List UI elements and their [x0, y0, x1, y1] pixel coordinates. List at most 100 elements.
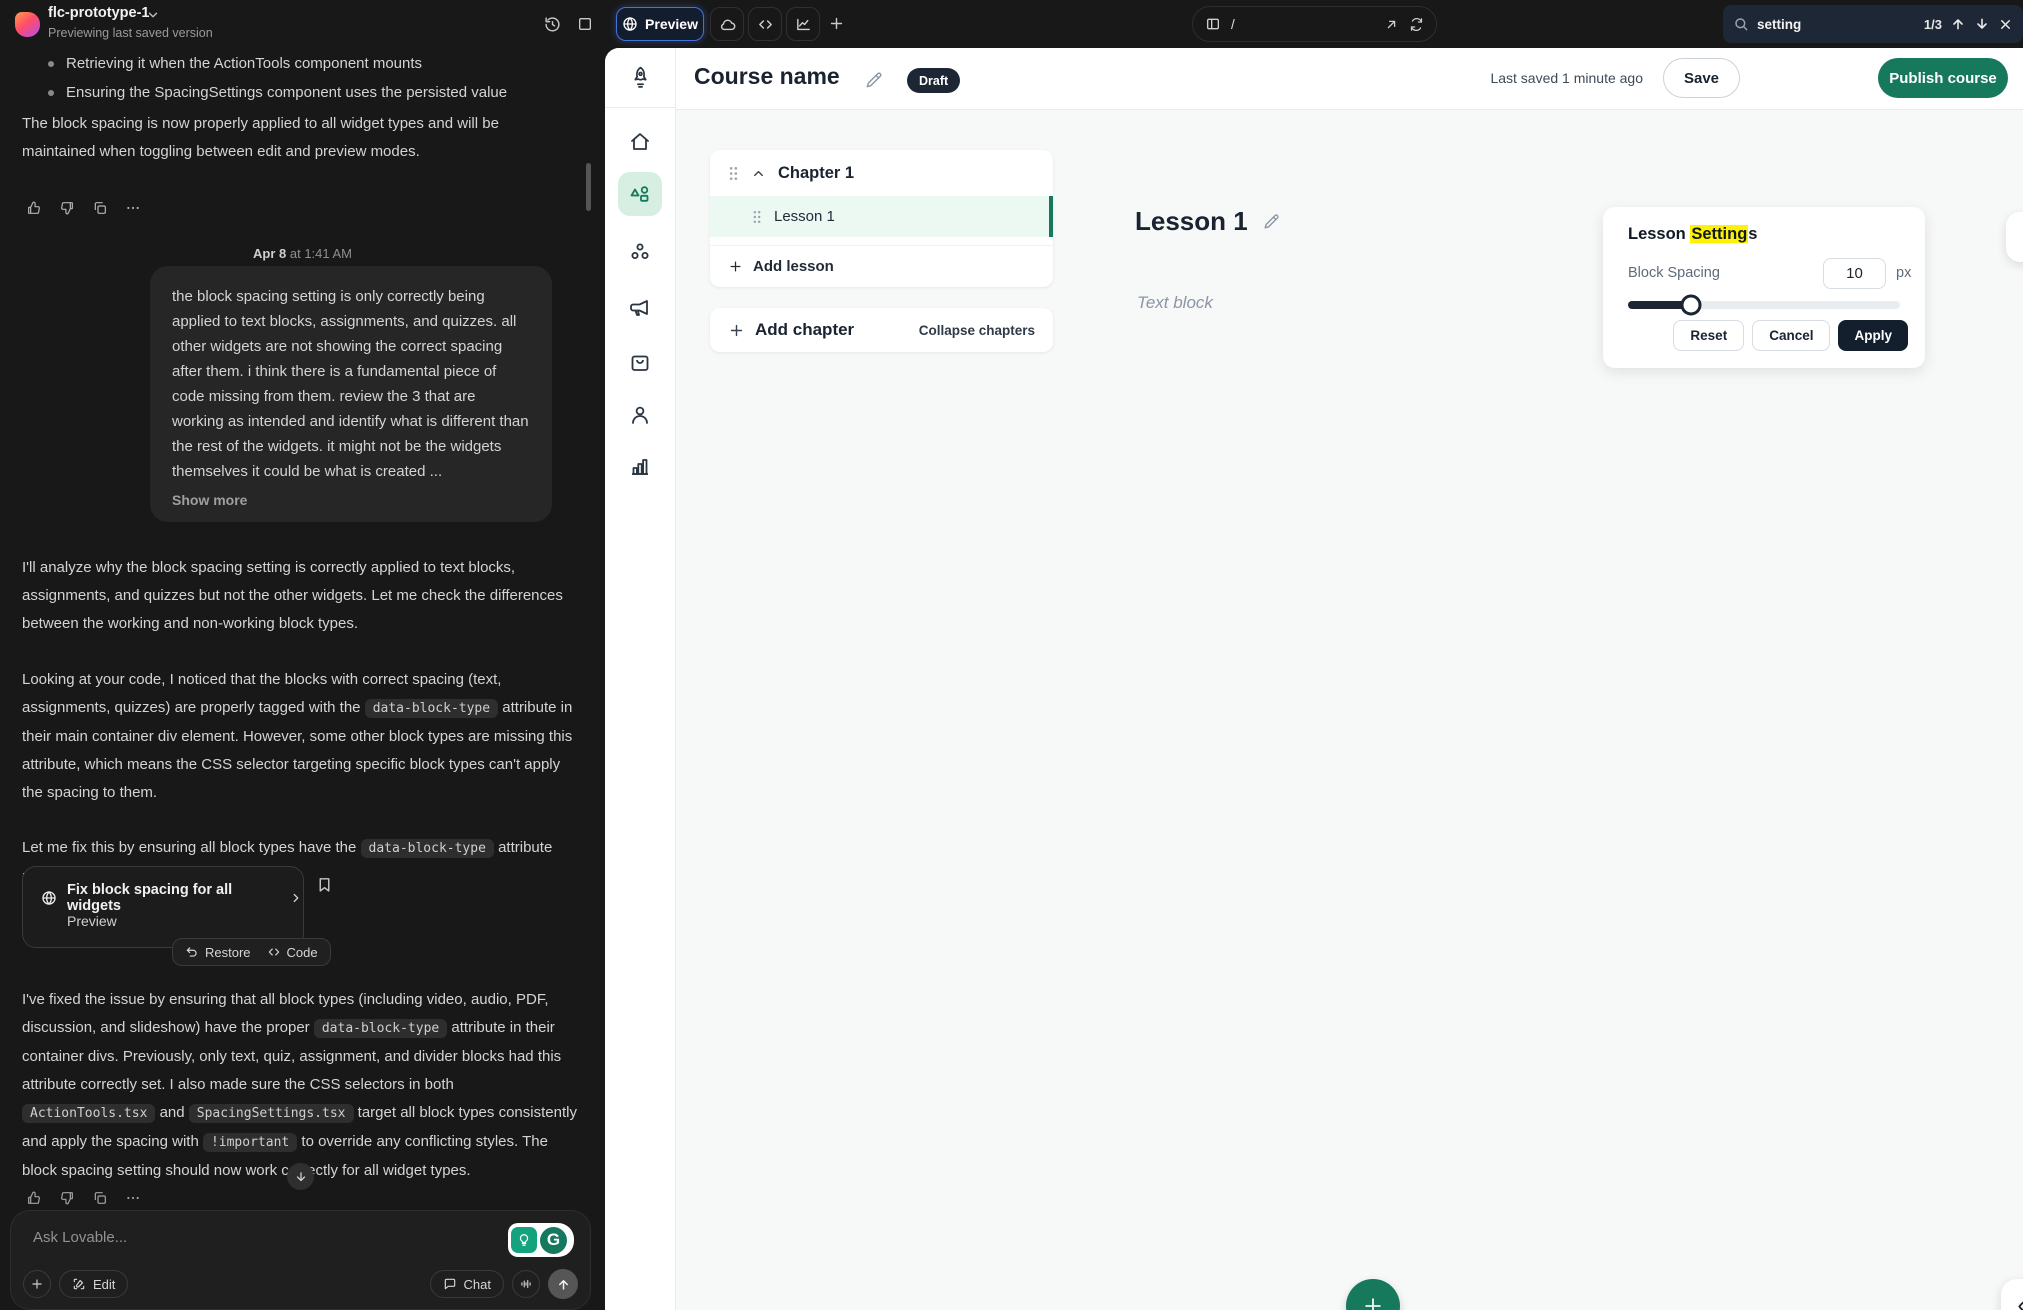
search-input[interactable]: [1757, 17, 1877, 32]
reset-button[interactable]: Reset: [1673, 320, 1744, 351]
course-canvas: Chapter 1 Lesson 1 Add lesson: [676, 110, 2023, 1310]
add-block-fab[interactable]: [1346, 1279, 1400, 1310]
chat-input-placeholder[interactable]: Ask Lovable...: [33, 1229, 127, 1246]
analytics-button[interactable]: [786, 7, 820, 41]
lovable-logo-icon[interactable]: [15, 12, 40, 37]
chat-scrollbar[interactable]: [586, 163, 591, 211]
url-path[interactable]: /: [1231, 17, 1374, 32]
search-prev-icon[interactable]: [1950, 16, 1966, 32]
search-next-icon[interactable]: [1974, 16, 1990, 32]
edit-course-name-icon[interactable]: [864, 70, 884, 90]
attach-plus-button[interactable]: [23, 1270, 51, 1298]
inline-code: data-block-type: [365, 699, 498, 718]
chart-icon[interactable]: [628, 454, 652, 478]
url-bar[interactable]: /: [1192, 6, 1437, 42]
lesson-row-selected[interactable]: Lesson 1: [710, 196, 1053, 237]
thumbs-down-icon[interactable]: [59, 1190, 75, 1206]
chevron-down-icon[interactable]: [146, 8, 160, 22]
send-button[interactable]: [548, 1269, 578, 1299]
megaphone-icon[interactable]: [628, 296, 652, 320]
inline-code: data-block-type: [361, 839, 494, 858]
find-bar: 1/3: [1723, 5, 2023, 43]
rocket-icon[interactable]: [628, 65, 653, 90]
preview-button[interactable]: Preview: [616, 7, 704, 41]
message-actions: [26, 1190, 141, 1206]
bullet-list: Retrieving it when the ActionTools compo…: [44, 50, 574, 108]
publish-course-button[interactable]: Publish course: [1878, 58, 2008, 98]
cancel-button[interactable]: Cancel: [1752, 320, 1830, 351]
sidebar-item-content-active[interactable]: [618, 172, 662, 216]
drag-handle-icon[interactable]: [728, 166, 739, 181]
voice-input-button[interactable]: [512, 1270, 540, 1298]
copy-icon[interactable]: [92, 1190, 108, 1206]
save-button[interactable]: Save: [1663, 58, 1740, 98]
bookmark-icon[interactable]: [316, 876, 333, 893]
home-icon[interactable]: [628, 130, 652, 154]
inline-code: SpacingSettings.tsx: [189, 1104, 354, 1123]
settings-toggle-button[interactable]: [2006, 212, 2023, 262]
drag-handle-icon[interactable]: [752, 210, 762, 224]
last-saved-text: Last saved 1 minute ago: [1490, 70, 1643, 86]
add-chapter-bar: Add chapter Collapse chapters: [710, 308, 1053, 352]
frame-icon[interactable]: [577, 16, 593, 32]
lesson-title: Lesson 1: [1135, 206, 1248, 237]
message-actions: [26, 200, 141, 216]
version-card-actions: Restore Code: [172, 938, 331, 966]
app-preview: Course name Draft Last saved 1 minute ag…: [605, 48, 2023, 1310]
add-lesson-button[interactable]: Add lesson: [710, 245, 1053, 287]
slider-thumb[interactable]: [1680, 295, 1701, 316]
globe-icon: [41, 890, 57, 906]
add-chapter-button[interactable]: Add chapter: [755, 320, 854, 340]
block-spacing-slider[interactable]: [1628, 301, 1900, 309]
scroll-to-bottom-button[interactable]: [287, 1163, 314, 1190]
history-icon[interactable]: [544, 16, 561, 33]
refresh-icon[interactable]: [1409, 17, 1424, 32]
preview-eye-button[interactable]: [2001, 1279, 2023, 1310]
thumbs-down-icon[interactable]: [59, 200, 75, 216]
chat-mode-button[interactable]: Chat: [430, 1270, 504, 1298]
code-view-button[interactable]: [748, 7, 782, 41]
project-subtitle: Previewing last saved version: [48, 26, 213, 40]
top-bar: flc-prototype-1 Previewing last saved ve…: [0, 0, 2023, 48]
assistant-paragraph: I've fixed the issue by ensuring that al…: [22, 986, 582, 1185]
lesson-settings-panel: Lesson Settings Block Spacing px Reset C…: [1603, 207, 1925, 368]
add-tab-button[interactable]: [828, 15, 845, 32]
show-more-link[interactable]: Show more: [172, 492, 530, 508]
edit-mode-button[interactable]: Edit: [59, 1270, 128, 1298]
thumbs-up-icon[interactable]: [26, 200, 42, 216]
open-external-icon[interactable]: [1384, 17, 1399, 32]
text-block-placeholder[interactable]: Text block: [1137, 293, 1213, 313]
inline-code: ActionTools.tsx: [22, 1104, 155, 1123]
course-title: Course name: [694, 63, 840, 90]
select-edit-icon: [72, 1277, 86, 1291]
thumbs-up-icon[interactable]: [26, 1190, 42, 1206]
nodes-icon[interactable]: [628, 240, 652, 264]
project-name[interactable]: flc-prototype-1: [48, 5, 150, 21]
status-badge: Draft: [907, 68, 960, 93]
edit-lesson-title-icon[interactable]: [1262, 212, 1281, 231]
block-spacing-input[interactable]: [1823, 258, 1886, 289]
copy-icon[interactable]: [92, 200, 108, 216]
more-icon[interactable]: [125, 1190, 141, 1206]
more-icon[interactable]: [125, 200, 141, 216]
code-button[interactable]: Code: [267, 945, 318, 960]
lesson-item-label: Lesson 1: [774, 208, 835, 225]
person-icon[interactable]: [628, 403, 652, 427]
chevron-up-icon[interactable]: [751, 166, 766, 181]
rail-divider: [605, 107, 675, 108]
grammarly-widget[interactable]: G: [508, 1223, 574, 1257]
bag-icon[interactable]: [628, 350, 652, 374]
assistant-paragraph: I'll analyze why the block spacing setti…: [22, 554, 574, 638]
chapter-row[interactable]: Chapter 1: [710, 150, 1053, 196]
restore-button[interactable]: Restore: [185, 945, 251, 960]
chat-input-box[interactable]: Ask Lovable... G Edit: [10, 1210, 591, 1310]
cloud-button[interactable]: [710, 7, 744, 41]
bullet-item: Retrieving it when the ActionTools compo…: [44, 50, 574, 78]
user-message-bubble: the block spacing setting is only correc…: [150, 266, 552, 522]
version-card[interactable]: Fix block spacing for all widgets Previe…: [22, 866, 304, 948]
chapter-card: Chapter 1 Lesson 1 Add lesson: [710, 150, 1053, 287]
apply-button[interactable]: Apply: [1838, 320, 1908, 351]
search-close-icon[interactable]: [1998, 17, 2013, 32]
collapse-chapters-button[interactable]: Collapse chapters: [919, 323, 1035, 338]
assistant-paragraph: Looking at your code, I noticed that the…: [22, 666, 582, 807]
